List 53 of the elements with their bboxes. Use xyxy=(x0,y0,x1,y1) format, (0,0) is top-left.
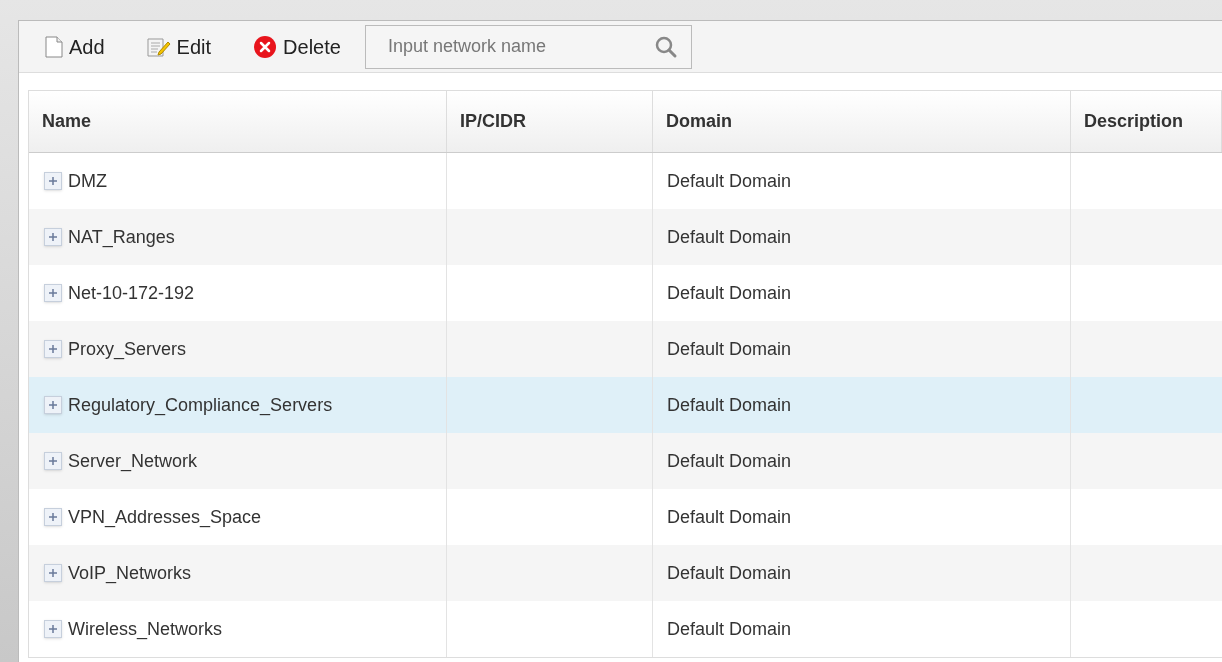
table-cell-text: VPN_Addresses_Space xyxy=(68,505,262,530)
table-cell-text: Server_Network xyxy=(68,449,198,474)
table-row[interactable]: Server_Network Default Domain xyxy=(29,433,1222,489)
table-cell-text: Default Domain xyxy=(667,449,792,473)
expand-toggle[interactable] xyxy=(44,228,62,246)
expand-toggle[interactable] xyxy=(44,172,62,190)
plus-icon xyxy=(48,232,58,242)
expand-toggle[interactable] xyxy=(44,452,62,470)
expand-toggle[interactable] xyxy=(44,620,62,638)
plus-icon xyxy=(48,344,58,354)
table-cell-text: Default Domain xyxy=(667,617,792,641)
table-row[interactable]: Proxy_Servers Default Domain xyxy=(29,321,1222,377)
document-icon xyxy=(45,35,63,58)
table-cell-text: Default Domain xyxy=(667,505,792,529)
plus-icon xyxy=(48,400,58,410)
plus-icon xyxy=(48,176,58,186)
expand-toggle[interactable] xyxy=(44,284,62,302)
column-header: Domain xyxy=(666,110,732,133)
table-row[interactable]: Regulatory_Compliance_Servers Default Domain xyxy=(29,377,1222,433)
table-cell-text: DMZ xyxy=(68,169,107,193)
table-cell-text: Default Domain xyxy=(667,561,792,585)
plus-icon xyxy=(48,568,58,578)
table-cell-text: VoIP_Networks xyxy=(68,561,192,586)
table-cell-text: Wireless_Networks xyxy=(68,617,223,642)
table-cell-text: Proxy_Servers xyxy=(68,337,187,362)
delete-icon xyxy=(253,34,278,59)
column-header: Name xyxy=(42,110,92,133)
edit-icon xyxy=(146,36,171,57)
plus-icon xyxy=(48,512,58,522)
expand-toggle[interactable] xyxy=(44,396,62,414)
expand-toggle[interactable] xyxy=(44,564,62,582)
table-cell-text: Net-10-172-192 xyxy=(68,281,195,305)
table-cell-text: NAT_Ranges xyxy=(68,225,175,250)
table-cell-text: Regulatory_Compliance_Servers xyxy=(68,393,333,418)
search-field[interactable]: Input network name xyxy=(364,24,692,69)
column-header: Description xyxy=(1084,110,1184,133)
expand-toggle[interactable] xyxy=(44,508,62,526)
table-cell-text: Default Domain xyxy=(667,169,792,193)
table-cell-text: Default Domain xyxy=(667,281,792,305)
add-button[interactable]: Add xyxy=(41,29,109,64)
table-row[interactable]: NAT_Ranges Default Domain xyxy=(29,209,1222,265)
plus-icon xyxy=(48,624,58,634)
plus-icon xyxy=(48,288,58,298)
delete-button[interactable]: Delete xyxy=(249,29,345,64)
table-cell-text: Default Domain xyxy=(667,393,792,417)
table-row[interactable]: VoIP_Networks Default Domain xyxy=(29,545,1222,601)
column-header: IP/CIDR xyxy=(460,110,526,133)
edit-button[interactable]: Edit xyxy=(142,29,216,64)
plus-icon xyxy=(48,456,58,466)
table-cell-text: Default Domain xyxy=(667,225,792,249)
table-cell-text: Default Domain xyxy=(667,337,792,361)
expand-toggle[interactable] xyxy=(44,340,62,358)
search-icon xyxy=(653,34,678,59)
